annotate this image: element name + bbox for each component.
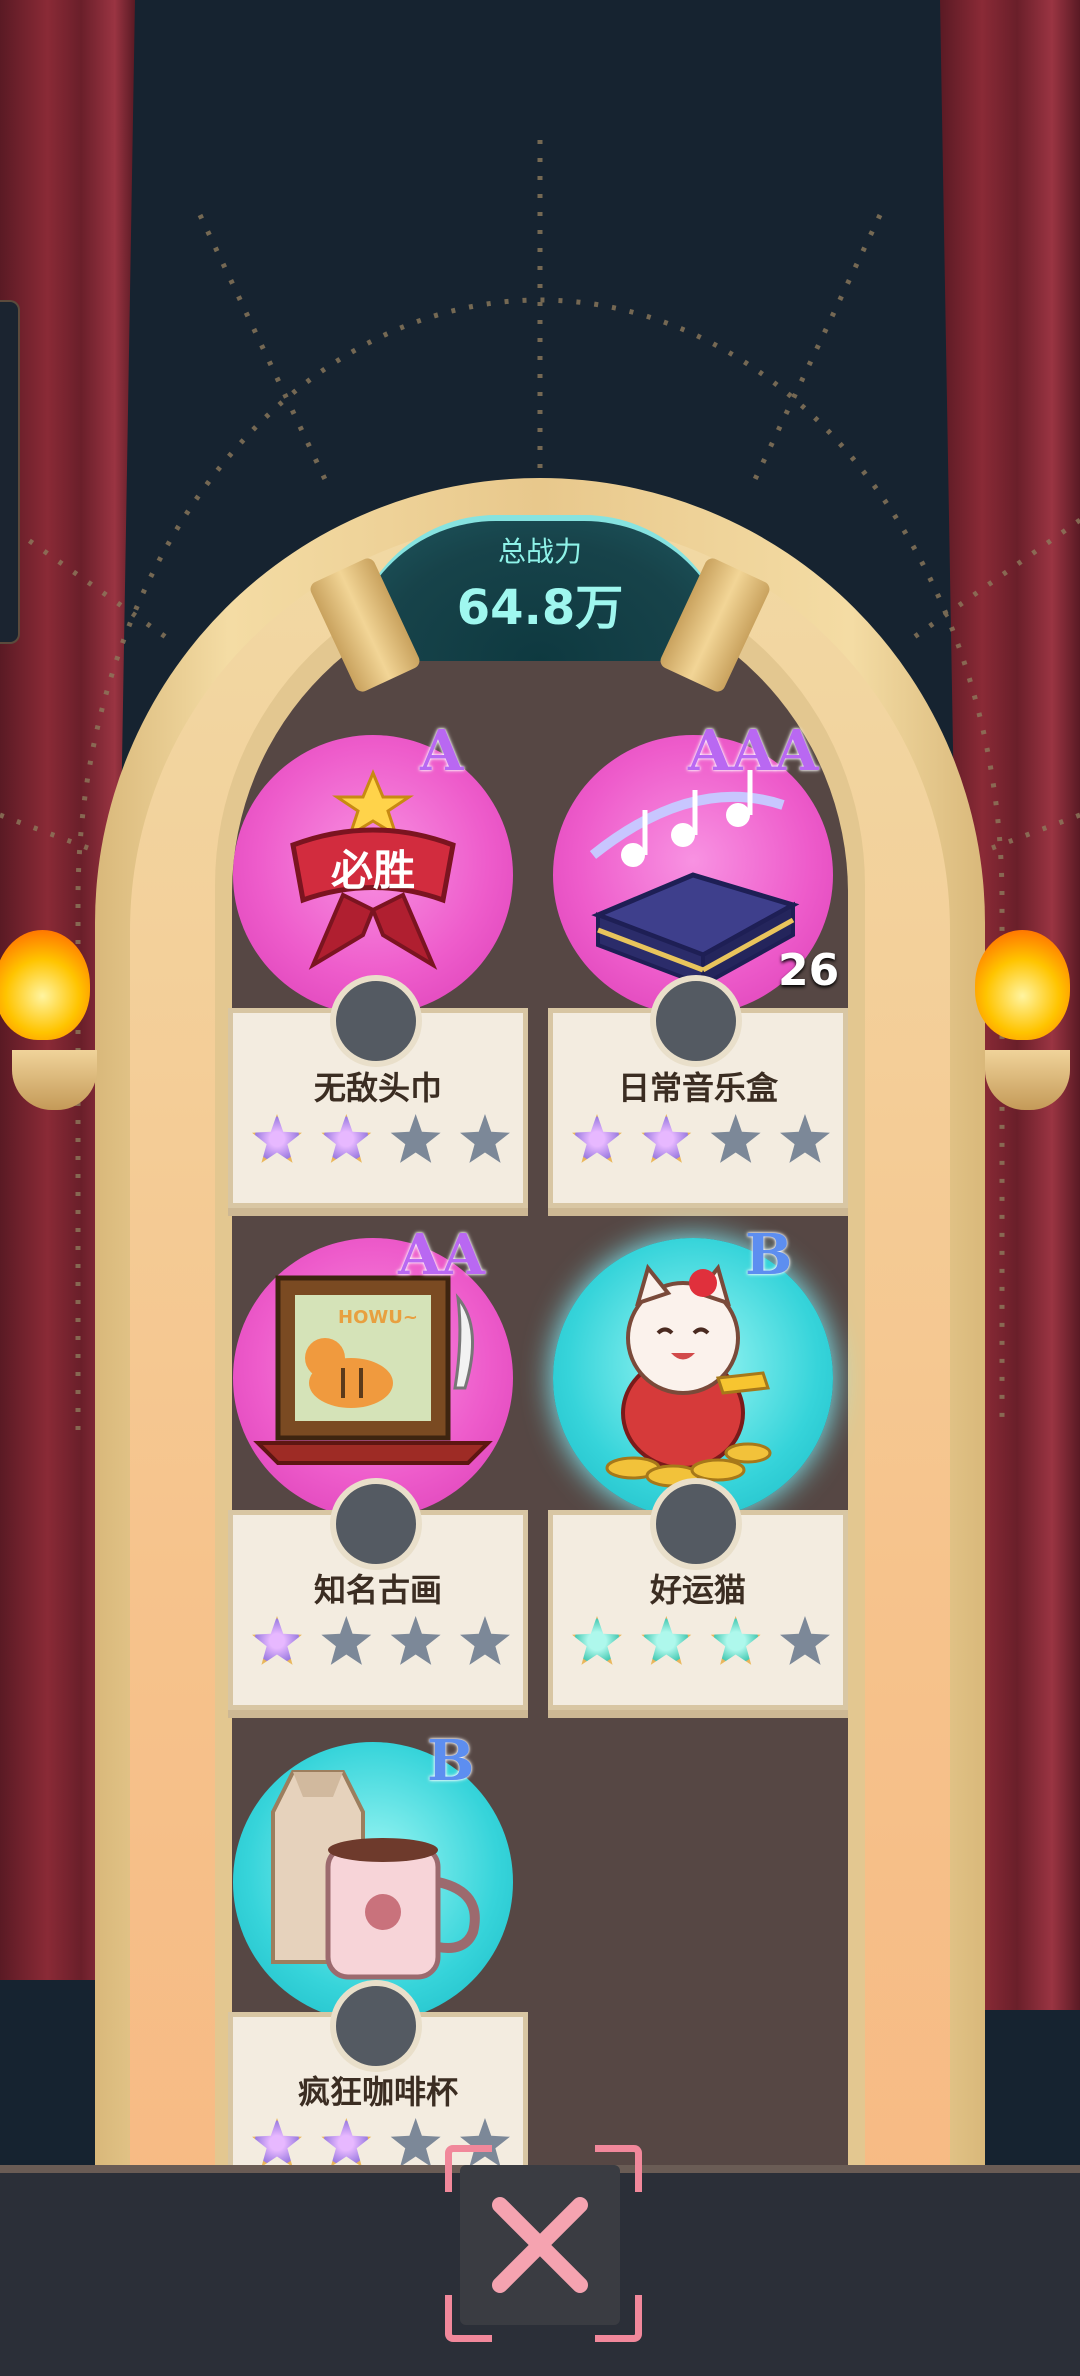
star-filled-icon [252, 1616, 302, 1665]
game-stage: 总战力 64.8万 必胜 A 无敌头巾 AAA 26 日常音乐盒 HOWU~ A… [0, 0, 1080, 2376]
star-filled-icon [572, 1616, 622, 1665]
card-knob [330, 1980, 422, 2072]
card-knob [650, 1478, 742, 1570]
right-torch-flame-icon [975, 930, 1070, 1040]
close-frame-corner [445, 2295, 492, 2342]
item-name: 无敌头巾 [313, 1069, 442, 1107]
item-name: 日常音乐盒 [617, 1069, 778, 1107]
star-filled-icon [710, 1616, 761, 1665]
left-torch-flame-icon [0, 930, 90, 1040]
item-grade: B [745, 1222, 793, 1288]
item-name: 好运猫 [649, 1571, 746, 1609]
star-rating [571, 1113, 831, 1165]
item-count: 26 [778, 945, 840, 996]
item-grade: AA [398, 1222, 485, 1288]
item-grade: B [427, 1728, 475, 1794]
close-icon [492, 2197, 588, 2293]
card-knob [650, 975, 742, 1067]
star-filled-icon [641, 1616, 692, 1665]
item-name: 知名古画 [313, 1571, 442, 1609]
star-empty-icon [390, 1616, 441, 1665]
star-filled-icon [252, 1114, 302, 1163]
side-drawer-tab[interactable] [0, 300, 20, 644]
headband-badge-text: 必胜 [331, 846, 415, 895]
card-knob [330, 1478, 422, 1570]
star-rating [571, 1615, 831, 1667]
item-orb-headband[interactable]: 必胜 [233, 735, 513, 1015]
star-empty-icon [780, 1616, 830, 1665]
victory-headband-icon: 必胜 [290, 769, 456, 970]
item-grade: A [420, 718, 464, 784]
star-filled-icon [572, 1114, 622, 1163]
star-filled-icon [321, 1114, 372, 1163]
power-value: 64.8万 [456, 580, 624, 636]
star-empty-icon [390, 1114, 441, 1163]
star-filled-icon [641, 1114, 692, 1163]
close-frame-corner [595, 2145, 642, 2192]
star-empty-icon [710, 1114, 761, 1163]
painting-text: HOWU~ [338, 1307, 418, 1328]
star-empty-icon [390, 2118, 441, 2167]
star-rating [251, 1615, 511, 1667]
close-frame-corner [595, 2295, 642, 2342]
star-empty-icon [460, 1114, 510, 1163]
close-frame-corner [445, 2145, 492, 2192]
star-filled-icon [321, 2118, 372, 2167]
power-label: 总战力 [497, 535, 582, 568]
star-filled-icon [252, 2118, 302, 2167]
star-empty-icon [321, 1616, 372, 1665]
star-rating [251, 1113, 511, 1165]
item-name: 疯狂咖啡杯 [297, 2073, 458, 2111]
star-empty-icon [460, 1616, 510, 1665]
card-knob [330, 975, 422, 1067]
item-grade: AAA [688, 718, 819, 784]
star-empty-icon [780, 1114, 830, 1163]
